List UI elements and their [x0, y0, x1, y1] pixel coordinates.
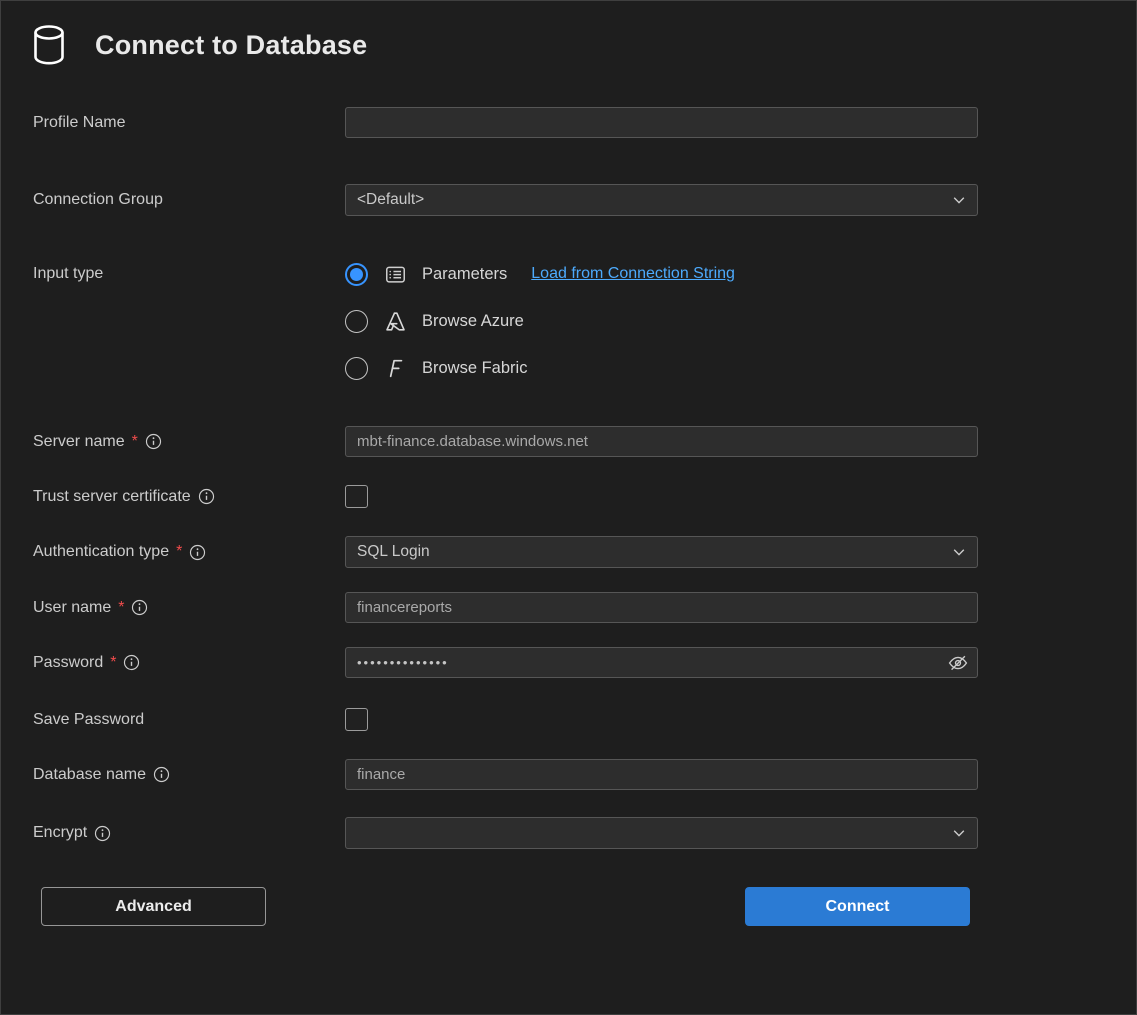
save-password-checkbox[interactable] [345, 708, 368, 731]
connect-button[interactable]: Connect [745, 887, 970, 926]
authentication-type-select[interactable]: SQL Login [345, 536, 978, 568]
database-name-input[interactable] [345, 759, 978, 790]
input-type-radio-group: Parameters Load from Connection String B… [345, 262, 978, 380]
database-name-label: Database name [33, 766, 146, 784]
eye-off-icon[interactable] [947, 652, 969, 674]
fabric-icon [383, 356, 407, 380]
info-icon[interactable] [189, 544, 206, 561]
trust-server-certificate-checkbox[interactable] [345, 485, 368, 508]
connection-group-row: Connection Group <Default> [33, 184, 1104, 216]
trust-server-certificate-row: Trust server certificate [33, 485, 1104, 508]
profile-name-label: Profile Name [33, 114, 125, 132]
parameters-icon [383, 262, 407, 286]
radio-unselected-icon [345, 310, 368, 333]
radio-option-browse-azure[interactable]: Browse Azure [345, 309, 978, 333]
radio-label-parameters: Parameters [422, 265, 507, 284]
profile-name-input[interactable] [345, 107, 978, 138]
encrypt-select[interactable] [345, 817, 978, 849]
encrypt-row: Encrypt [33, 817, 1104, 849]
info-icon[interactable] [131, 599, 148, 616]
info-icon[interactable] [145, 433, 162, 450]
required-marker: * [132, 433, 138, 451]
password-label: Password [33, 654, 103, 672]
load-from-connection-string-link[interactable]: Load from Connection String [531, 265, 735, 283]
info-icon[interactable] [198, 488, 215, 505]
input-type-row: Input type [33, 262, 1104, 380]
input-type-label: Input type [33, 265, 103, 283]
password-row: Password * [33, 647, 1104, 678]
database-icon [28, 23, 70, 67]
radio-selected-icon [345, 263, 368, 286]
profile-name-row: Profile Name [33, 107, 1104, 138]
connection-group-select[interactable]: <Default> [345, 184, 978, 216]
server-name-input[interactable] [345, 426, 978, 457]
connection-group-label: Connection Group [33, 191, 163, 209]
authentication-type-row: Authentication type * SQL Login [33, 536, 1104, 568]
required-marker: * [110, 654, 116, 672]
radio-option-browse-fabric[interactable]: Browse Fabric [345, 356, 978, 380]
radio-label-browse-fabric: Browse Fabric [422, 359, 527, 378]
user-name-row: User name * [33, 592, 1104, 623]
database-name-row: Database name [33, 759, 1104, 790]
encrypt-label: Encrypt [33, 824, 87, 842]
required-marker: * [118, 599, 124, 617]
save-password-row: Save Password [33, 708, 1104, 731]
info-icon[interactable] [153, 766, 170, 783]
authentication-type-label: Authentication type [33, 543, 169, 561]
connect-dialog: Connect to Database Profile Name Connect… [0, 0, 1137, 1015]
user-name-input[interactable] [345, 592, 978, 623]
radio-unselected-icon [345, 357, 368, 380]
radio-option-parameters[interactable]: Parameters Load from Connection String [345, 262, 978, 286]
server-name-row: Server name * [33, 426, 1104, 457]
advanced-button[interactable]: Advanced [41, 887, 266, 926]
connection-form: Profile Name Connection Group <Default> [1, 83, 1136, 926]
azure-icon [383, 309, 407, 333]
user-name-label: User name [33, 599, 111, 617]
server-name-label: Server name [33, 433, 125, 451]
radio-label-browse-azure: Browse Azure [422, 312, 524, 331]
password-input[interactable] [345, 647, 978, 678]
trust-server-certificate-label: Trust server certificate [33, 488, 191, 506]
info-icon[interactable] [94, 825, 111, 842]
required-marker: * [176, 543, 182, 561]
save-password-label: Save Password [33, 711, 144, 729]
authentication-type-value: SQL Login [357, 543, 430, 561]
page-title: Connect to Database [95, 30, 367, 61]
info-icon[interactable] [123, 654, 140, 671]
dialog-header: Connect to Database [1, 1, 1136, 83]
dialog-footer: Advanced Connect [33, 887, 978, 926]
connection-group-value: <Default> [357, 191, 424, 209]
